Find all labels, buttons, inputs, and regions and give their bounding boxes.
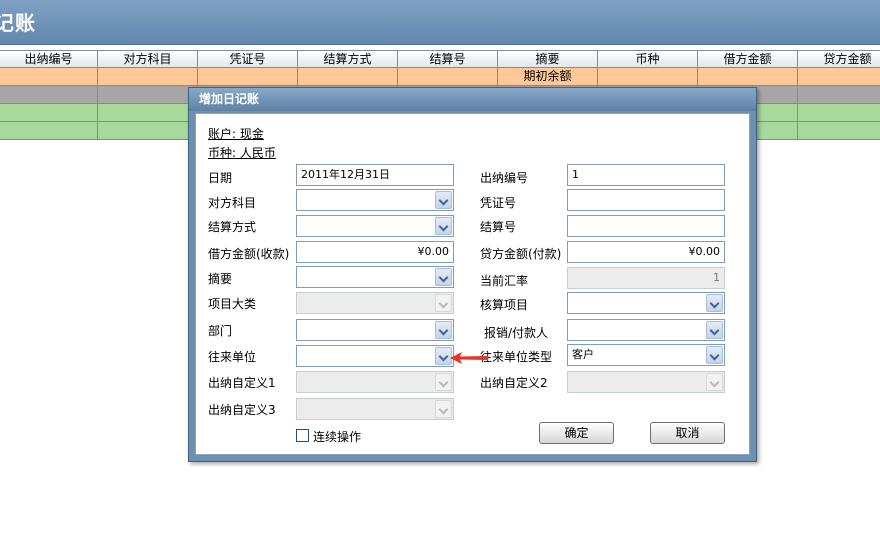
currency-info: 币种: 人民币 bbox=[208, 146, 276, 160]
partner-type-value: 客户 bbox=[572, 348, 594, 361]
chevron-down-icon[interactable] bbox=[706, 321, 723, 339]
dialog-body: 账户: 现金 币种: 人民币 日期 对方科目 结算方式 借方金额(收款) 摘要 … bbox=[195, 113, 750, 455]
opening-balance-cell: 期初余额 bbox=[498, 68, 598, 86]
ok-button[interactable]: 确定 bbox=[539, 422, 614, 444]
custom3-label: 出纳自定义3 bbox=[208, 403, 276, 417]
grid-cell bbox=[198, 68, 298, 86]
continuous-checkbox[interactable] bbox=[296, 429, 309, 442]
custom1-select bbox=[296, 371, 454, 393]
payee-label: 报销/付款人 bbox=[484, 326, 549, 340]
continuous-label[interactable]: 连续操作 bbox=[313, 428, 361, 445]
partner-type-select[interactable]: 客户 bbox=[567, 344, 725, 366]
red-arrow-icon bbox=[450, 352, 488, 364]
cashier-number-input[interactable]: 1 bbox=[567, 164, 725, 186]
chevron-down-icon[interactable] bbox=[435, 217, 452, 235]
chevron-down-icon[interactable] bbox=[435, 268, 452, 286]
department-select[interactable] bbox=[296, 319, 454, 341]
grid-header-cell[interactable]: 凭证号 bbox=[198, 51, 298, 68]
grid-cell bbox=[598, 68, 698, 86]
chevron-down-icon[interactable] bbox=[435, 191, 452, 209]
partner-label: 往来单位 bbox=[208, 350, 257, 364]
accounting-item-select[interactable] bbox=[567, 292, 725, 314]
table-row-opening-balance[interactable]: 期初余额 bbox=[0, 68, 880, 86]
date-label: 日期 bbox=[208, 171, 233, 185]
grid-header-cell[interactable]: 出纳编号 bbox=[0, 51, 98, 68]
grid-cell bbox=[298, 68, 398, 86]
grid-header-row: 出纳编号 对方科目 凭证号 结算方式 结算号 摘要 币种 借方金额 贷方金额 bbox=[0, 50, 880, 68]
department-label: 部门 bbox=[208, 324, 233, 338]
custom3-select bbox=[296, 398, 454, 420]
settlement-method-select[interactable] bbox=[296, 215, 454, 237]
grid-header-cell[interactable]: 借方金额 bbox=[698, 51, 798, 68]
payee-select[interactable] bbox=[567, 319, 725, 341]
grid-cell bbox=[0, 68, 98, 86]
chevron-down-icon[interactable] bbox=[435, 321, 452, 339]
grid-cell bbox=[98, 68, 198, 86]
date-field[interactable]: 2011年12月31日 bbox=[296, 164, 454, 186]
chevron-down-icon bbox=[435, 373, 452, 391]
partner-select[interactable] bbox=[296, 345, 454, 367]
grid-header-cell[interactable]: 摘要 bbox=[498, 51, 598, 68]
partner-type-label: 往来单位类型 bbox=[480, 350, 553, 364]
chevron-down-icon[interactable] bbox=[706, 294, 723, 312]
custom2-label: 出纳自定义2 bbox=[480, 376, 548, 390]
debit-amount-label: 借方金额(收款) bbox=[208, 247, 290, 261]
custom1-label: 出纳自定义1 bbox=[208, 376, 276, 390]
grid-header-cell[interactable]: 结算方式 bbox=[298, 51, 398, 68]
grid-header-cell[interactable]: 币种 bbox=[598, 51, 698, 68]
project-category-label: 项目大类 bbox=[208, 297, 257, 311]
settlement-number-input[interactable] bbox=[567, 215, 725, 237]
summary-label: 摘要 bbox=[208, 272, 233, 286]
voucher-number-input[interactable] bbox=[567, 189, 725, 211]
counter-account-select[interactable] bbox=[296, 189, 454, 211]
voucher-number-label: 凭证号 bbox=[480, 196, 517, 210]
chevron-down-icon bbox=[435, 400, 452, 418]
counter-account-label: 对方科目 bbox=[208, 196, 257, 210]
grid-header-cell[interactable]: 贷方金额 bbox=[798, 51, 880, 68]
grid-header-cell[interactable]: 结算号 bbox=[398, 51, 498, 68]
summary-select[interactable] bbox=[296, 266, 454, 288]
custom2-select bbox=[567, 371, 725, 393]
dialog-title[interactable]: 增加日记账 bbox=[189, 88, 756, 111]
window-title: 记账 bbox=[0, 11, 36, 35]
exchange-rate-input: 1 bbox=[567, 267, 725, 289]
exchange-rate-label: 当前汇率 bbox=[480, 274, 529, 288]
debit-amount-input[interactable]: ¥0.00 bbox=[296, 241, 454, 263]
grid-cell bbox=[398, 68, 498, 86]
cancel-button[interactable]: 取消 bbox=[650, 422, 725, 444]
grid-cell bbox=[798, 68, 880, 86]
credit-amount-label: 贷方金额(付款) bbox=[480, 247, 562, 261]
add-journal-dialog: 增加日记账 账户: 现金 币种: 人民币 日期 对方科目 结算方式 借方金额(收… bbox=[188, 87, 757, 462]
accounting-item-label: 核算项目 bbox=[480, 298, 529, 312]
account-info: 账户: 现金 bbox=[208, 127, 264, 141]
credit-amount-input[interactable]: ¥0.00 bbox=[567, 241, 725, 263]
chevron-down-icon bbox=[706, 373, 723, 391]
chevron-down-icon bbox=[435, 294, 452, 312]
cashier-number-label: 出纳编号 bbox=[480, 171, 529, 185]
grid-header-cell[interactable]: 对方科目 bbox=[98, 51, 198, 68]
window-title-bar: 记账 bbox=[0, 0, 880, 45]
chevron-down-icon[interactable] bbox=[706, 346, 723, 364]
settlement-number-label: 结算号 bbox=[480, 220, 517, 234]
settlement-method-label: 结算方式 bbox=[208, 220, 257, 234]
project-category-select bbox=[296, 292, 454, 314]
grid-cell bbox=[698, 68, 798, 86]
